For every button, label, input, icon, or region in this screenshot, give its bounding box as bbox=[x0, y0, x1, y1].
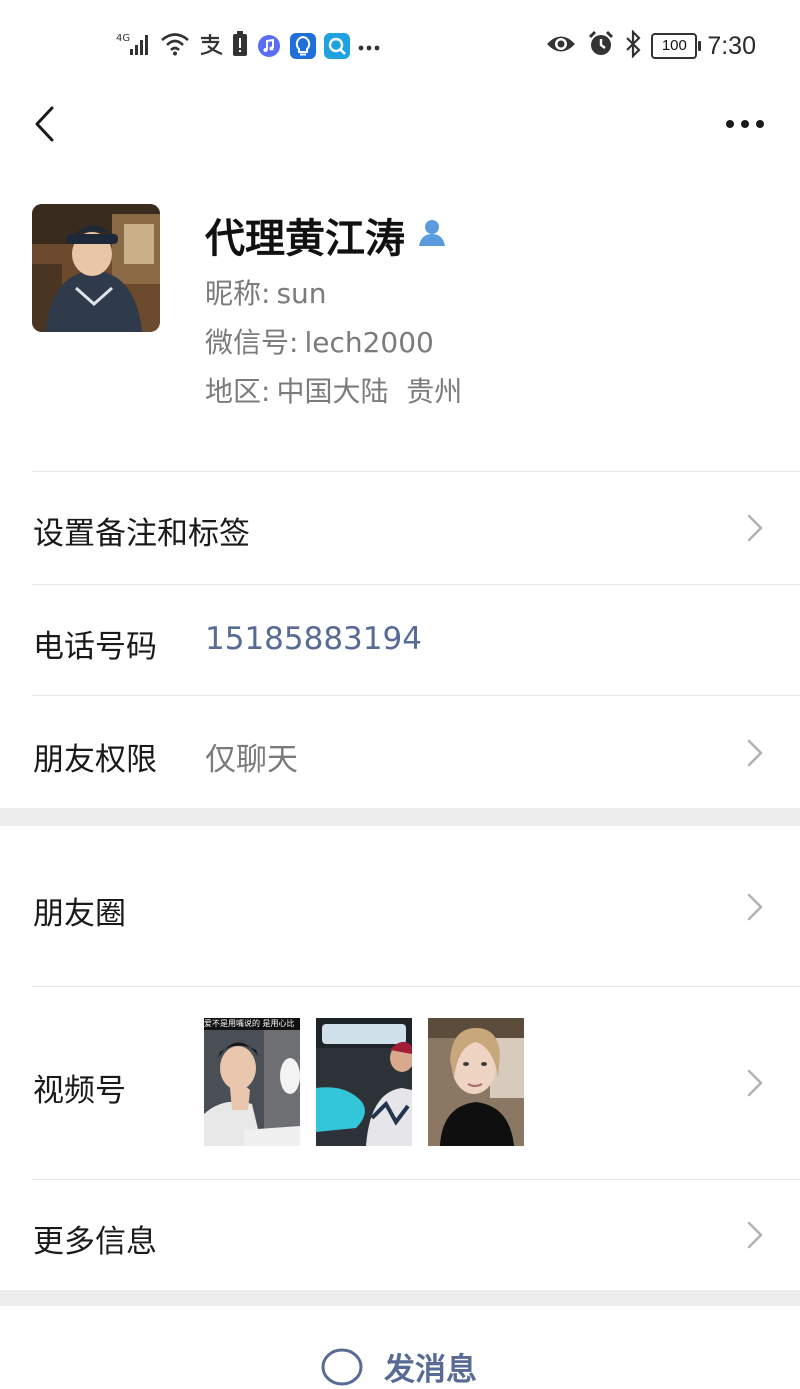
send-message-content: 发消息 bbox=[320, 1344, 477, 1389]
more-options-button[interactable] bbox=[722, 104, 768, 144]
send-message-button[interactable]: 发消息 bbox=[0, 1306, 800, 1388]
signal-icon: 4G bbox=[116, 31, 152, 61]
chat-bubble-icon bbox=[321, 1348, 363, 1385]
channel-thumbnail[interactable] bbox=[428, 1018, 524, 1146]
person-icon bbox=[417, 212, 447, 258]
back-button[interactable] bbox=[22, 102, 66, 146]
tips-app-icon bbox=[290, 33, 316, 59]
nickname-label: 昵称: bbox=[205, 277, 271, 310]
status-bar: 4G 100 7:30 bbox=[0, 0, 800, 92]
chevron-right-icon bbox=[747, 893, 763, 921]
alarm-icon bbox=[587, 30, 615, 62]
chevron-right-icon bbox=[747, 514, 763, 542]
row-moments[interactable]: 朋友圈 bbox=[0, 826, 800, 986]
row-label: 朋友权限 bbox=[33, 742, 157, 778]
region-value: 中国大陆 贵州 bbox=[276, 375, 463, 408]
wechat-id-label: 微信号: bbox=[205, 326, 299, 359]
status-time: 7:30 bbox=[707, 31, 756, 60]
row-remark-and-tags[interactable]: 设置备注和标签 bbox=[0, 472, 800, 584]
row-phone: 电话号码 15185883194 bbox=[0, 585, 800, 695]
row-label: 朋友圈 bbox=[33, 896, 126, 932]
avatar[interactable] bbox=[32, 204, 160, 332]
region-line: 地区: 中国大陆 贵州 bbox=[205, 370, 462, 410]
more-dots-icon bbox=[726, 120, 764, 128]
channel-thumbnail[interactable] bbox=[316, 1018, 412, 1146]
row-label: 电话号码 bbox=[33, 629, 157, 665]
wechat-id-value[interactable]: lech2000 bbox=[304, 326, 433, 359]
nickname-line: 昵称: sun bbox=[205, 272, 327, 312]
thumbnail-caption: 爱不是用嘴说的 是用心比 bbox=[204, 1019, 295, 1028]
battery-indicator: 100 bbox=[651, 33, 702, 59]
status-left-icons: 4G bbox=[116, 30, 380, 62]
search-app-icon bbox=[324, 33, 350, 59]
music-app-icon bbox=[256, 33, 282, 59]
phone-number-link[interactable]: 15185883194 bbox=[205, 621, 422, 657]
wechat-id-line: 微信号: lech2000 bbox=[205, 321, 434, 361]
section-gap bbox=[0, 808, 800, 826]
more-notifications-icon bbox=[358, 37, 380, 56]
send-message-label: 发消息 bbox=[384, 1352, 477, 1388]
region-label: 地区: bbox=[205, 375, 271, 408]
chevron-left-icon bbox=[35, 106, 54, 142]
nickname-value: sun bbox=[276, 277, 327, 310]
chevron-right-icon bbox=[747, 739, 763, 767]
row-label: 设置备注和标签 bbox=[33, 516, 250, 552]
chevron-right-icon bbox=[747, 1221, 763, 1249]
row-label: 视频号 bbox=[33, 1073, 126, 1109]
channel-thumbnail[interactable]: 爱不是用嘴说的 是用心比 bbox=[204, 1018, 300, 1146]
row-friend-permission[interactable]: 朋友权限 仅聊天 bbox=[0, 696, 800, 808]
chevron-right-icon bbox=[747, 1069, 763, 1097]
battery-alert-icon bbox=[232, 31, 248, 61]
row-more-info[interactable]: 更多信息 bbox=[0, 1180, 800, 1290]
section-gap bbox=[0, 1290, 800, 1306]
status-right-icons: 100 7:30 bbox=[545, 29, 756, 62]
profile-name: 代理黄江涛 bbox=[205, 216, 405, 262]
profile-name-row: 代理黄江涛 bbox=[205, 206, 447, 264]
eye-icon bbox=[545, 33, 577, 59]
alipay-icon bbox=[198, 32, 224, 60]
row-label: 更多信息 bbox=[33, 1224, 157, 1260]
permission-value: 仅聊天 bbox=[205, 742, 298, 778]
wifi-icon bbox=[160, 32, 190, 60]
svg-text:4G: 4G bbox=[116, 33, 130, 44]
bluetooth-icon bbox=[625, 29, 641, 62]
